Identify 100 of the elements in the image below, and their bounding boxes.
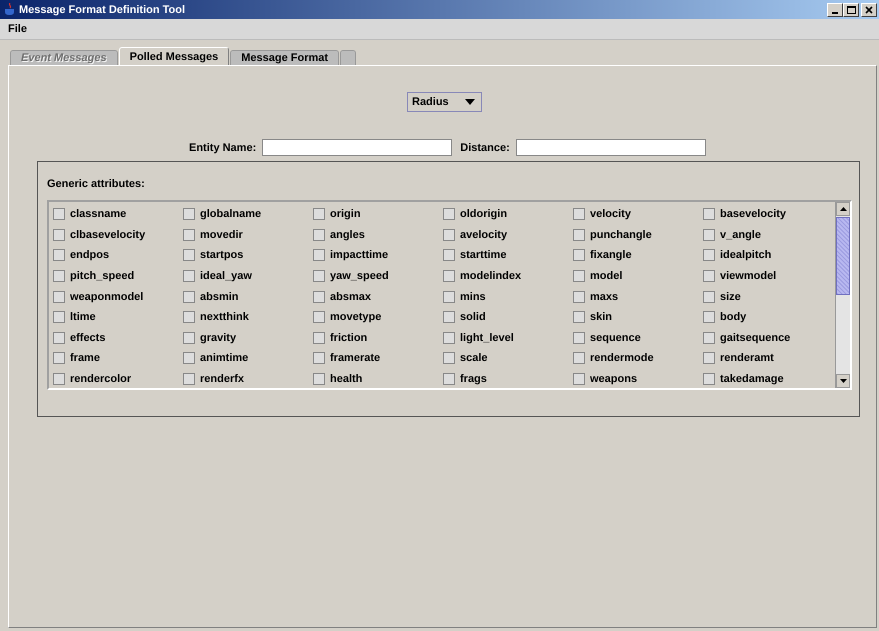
checkbox-label[interactable]: solid [460, 311, 486, 324]
checkbox-label[interactable]: modelindex [460, 270, 522, 282]
checkbox[interactable] [573, 332, 585, 344]
checkbox-label[interactable]: size [720, 290, 741, 303]
checkbox[interactable] [703, 270, 715, 282]
checkbox[interactable] [313, 332, 325, 344]
checkbox[interactable] [573, 270, 585, 282]
checkbox[interactable] [313, 228, 325, 241]
checkbox-label[interactable]: impacttime [330, 249, 388, 262]
checkbox[interactable] [313, 352, 325, 364]
checkbox-label[interactable]: absmax [330, 290, 371, 303]
checkbox-label[interactable]: body [720, 311, 746, 324]
checkbox-label[interactable]: light_level [460, 332, 514, 344]
checkbox-label[interactable]: gaitsequence [720, 332, 790, 344]
menu-item[interactable]: File [6, 23, 29, 35]
checkbox-label[interactable]: yaw_speed [330, 270, 389, 282]
checkbox[interactable] [183, 228, 195, 241]
checkbox[interactable] [443, 311, 455, 324]
checkbox[interactable] [53, 228, 65, 241]
checkbox-label[interactable]: mins [460, 290, 486, 303]
checkbox[interactable] [573, 373, 585, 386]
checkbox[interactable] [53, 208, 65, 220]
checkbox-label[interactable]: absmin [200, 290, 239, 303]
checkbox-label[interactable]: frags [460, 373, 487, 386]
input-field[interactable] [262, 139, 452, 156]
checkbox[interactable] [53, 311, 65, 324]
checkbox-label[interactable]: health [330, 373, 362, 386]
checkbox[interactable] [573, 352, 585, 364]
checkbox-label[interactable]: friction [330, 332, 368, 344]
checkbox[interactable] [573, 311, 585, 324]
checkbox[interactable] [443, 373, 455, 386]
checkbox-label[interactable]: velocity [590, 208, 631, 220]
tab[interactable]: Polled Messages [118, 47, 230, 65]
checkbox[interactable] [313, 311, 325, 324]
checkbox[interactable] [703, 290, 715, 303]
checkbox[interactable] [53, 373, 65, 386]
checkbox-label[interactable]: angles [330, 228, 365, 241]
scroll-down-button[interactable] [836, 374, 850, 388]
checkbox-label[interactable]: model [590, 270, 622, 282]
checkbox-label[interactable]: movetype [330, 311, 382, 324]
input-field[interactable] [516, 139, 706, 156]
checkbox[interactable] [703, 373, 715, 386]
scroll-up-button[interactable] [836, 202, 850, 216]
checkbox-label[interactable]: takedamage [720, 373, 784, 386]
checkbox[interactable] [443, 352, 455, 364]
checkbox-label[interactable]: rendercolor [70, 373, 132, 386]
checkbox-label[interactable]: starttime [460, 249, 506, 262]
checkbox[interactable] [313, 290, 325, 303]
scrollbar[interactable] [835, 202, 850, 388]
checkbox[interactable] [443, 290, 455, 303]
checkbox-label[interactable]: v_angle [720, 228, 761, 241]
checkbox[interactable] [183, 352, 195, 364]
checkbox-label[interactable]: clbasevelocity [70, 228, 146, 241]
checkbox[interactable] [183, 373, 195, 386]
checkbox-label[interactable]: framerate [330, 352, 380, 364]
checkbox[interactable] [703, 249, 715, 262]
checkbox-label[interactable]: movedir [200, 228, 243, 241]
checkbox[interactable] [443, 228, 455, 241]
checkbox[interactable] [573, 208, 585, 220]
checkbox-label[interactable]: ideal_yaw [200, 270, 252, 282]
checkbox-label[interactable]: renderfx [200, 373, 244, 386]
checkbox-label[interactable]: ltime [70, 311, 96, 324]
minimize-button[interactable] [827, 2, 843, 16]
tab[interactable] [340, 50, 356, 65]
checkbox[interactable] [53, 249, 65, 262]
checkbox[interactable] [313, 208, 325, 220]
checkbox-label[interactable]: weapons [590, 373, 638, 386]
checkbox[interactable] [183, 311, 195, 324]
checkbox[interactable] [573, 290, 585, 303]
checkbox[interactable] [703, 228, 715, 241]
checkbox-label[interactable]: nextthink [200, 311, 249, 324]
checkbox[interactable] [703, 208, 715, 220]
checkbox-label[interactable]: viewmodel [720, 270, 776, 282]
checkbox[interactable] [573, 228, 585, 241]
checkbox-label[interactable]: sequence [590, 332, 641, 344]
checkbox-label[interactable]: oldorigin [460, 208, 508, 220]
checkbox-label[interactable]: pitch_speed [70, 270, 134, 282]
checkbox[interactable] [183, 332, 195, 344]
checkbox[interactable] [703, 311, 715, 324]
checkbox-label[interactable]: avelocity [460, 228, 508, 241]
checkbox[interactable] [183, 208, 195, 220]
checkbox-label[interactable]: basevelocity [720, 208, 786, 220]
checkbox[interactable] [183, 249, 195, 262]
checkbox-label[interactable]: globalname [200, 208, 262, 220]
checkbox[interactable] [183, 290, 195, 303]
checkbox[interactable] [313, 373, 325, 386]
checkbox-label[interactable]: startpos [200, 249, 244, 262]
checkbox[interactable] [703, 332, 715, 344]
checkbox-label[interactable]: scale [460, 352, 488, 364]
mode-dropdown[interactable]: Radius [407, 92, 482, 112]
checkbox-label[interactable]: animtime [200, 352, 248, 364]
checkbox-label[interactable]: skin [590, 311, 612, 324]
tab[interactable]: Message Format [230, 50, 340, 65]
checkbox[interactable] [703, 352, 715, 364]
checkbox-label[interactable]: frame [70, 352, 100, 364]
checkbox[interactable] [53, 332, 65, 344]
maximize-button[interactable] [843, 2, 859, 16]
checkbox-label[interactable]: classname [70, 208, 126, 220]
checkbox-label[interactable]: maxs [590, 290, 618, 303]
checkbox-label[interactable]: origin [330, 208, 361, 220]
